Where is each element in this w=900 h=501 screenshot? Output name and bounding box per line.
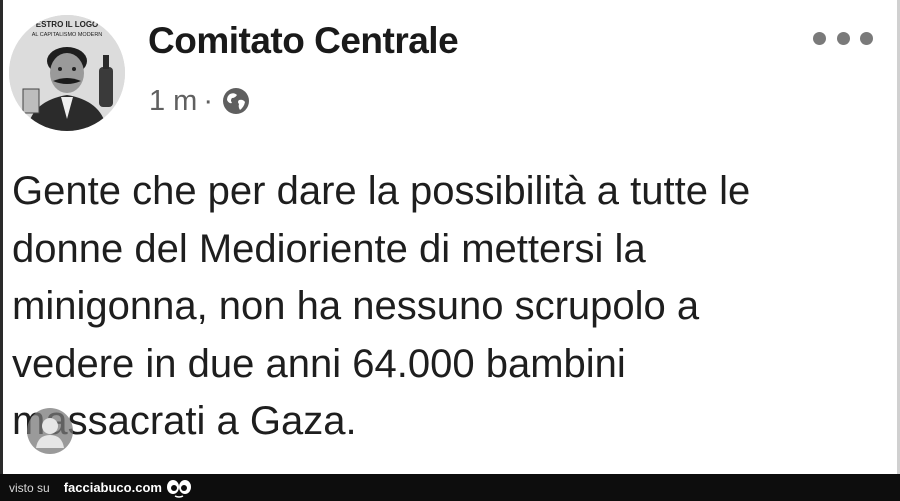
footer-site[interactable]: facciabuco.com bbox=[64, 480, 162, 495]
author-name[interactable]: Comitato Centrale bbox=[148, 20, 459, 62]
more-dot bbox=[860, 31, 873, 45]
author-avatar[interactable]: ESTRO IL LOGO AL CAPITALISMO MODERN bbox=[9, 15, 125, 131]
post-timestamp[interactable]: 1 m bbox=[149, 85, 197, 118]
svg-text:AL CAPITALISMO MODERN: AL CAPITALISMO MODERN bbox=[32, 32, 103, 38]
avatar-image: ESTRO IL LOGO AL CAPITALISMO MODERN bbox=[9, 15, 125, 131]
eyes-icon bbox=[166, 478, 192, 498]
more-options-icon[interactable] bbox=[813, 28, 873, 48]
more-dot bbox=[836, 31, 850, 45]
footer-prefix: visto su bbox=[9, 480, 50, 495]
post-meta: 1 m · bbox=[149, 84, 251, 118]
watermark-footer: visto su facciabuco.com bbox=[0, 474, 900, 501]
meta-separator: · bbox=[203, 84, 214, 117]
svg-text:ESTRO IL LOGO: ESTRO IL LOGO bbox=[36, 20, 99, 29]
globe-icon bbox=[221, 86, 251, 116]
viewer-avatar-icon[interactable] bbox=[27, 408, 73, 454]
post-text: Gente che per dare la possibilità a tutt… bbox=[12, 169, 751, 443]
post-card: ESTRO IL LOGO AL CAPITALISMO MODERN Comi… bbox=[3, 0, 897, 474]
more-dot bbox=[813, 31, 826, 45]
